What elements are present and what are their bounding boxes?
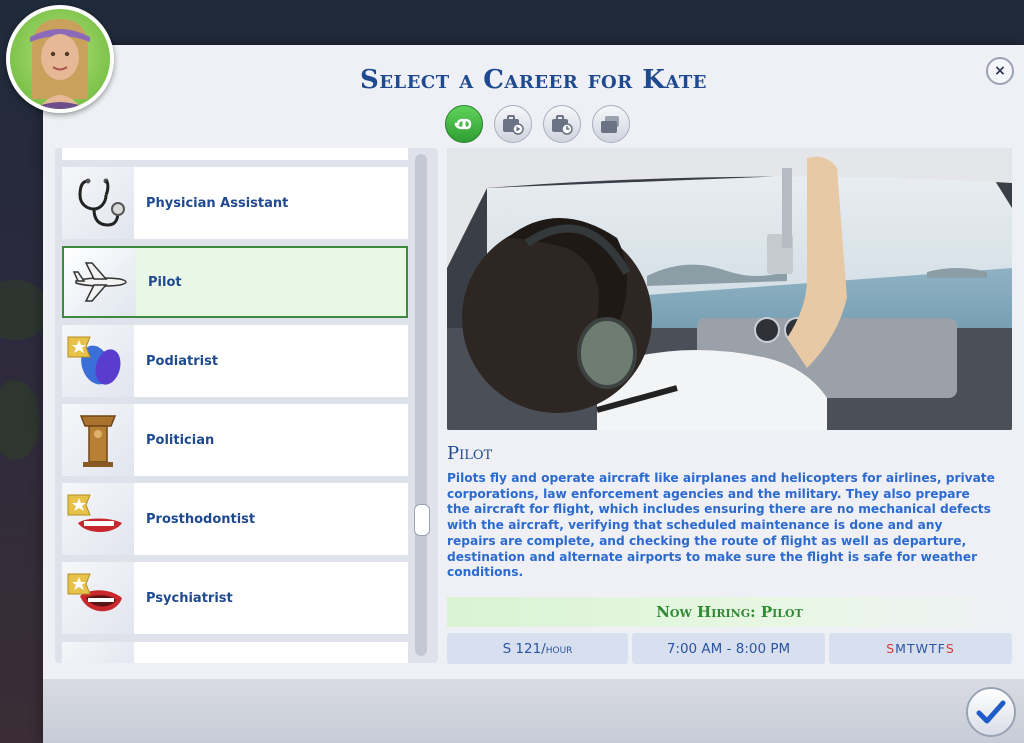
podium-icon (62, 404, 134, 476)
career-item-pilot[interactable]: Pilot (62, 246, 408, 318)
pay-rate: S 121/hour (447, 633, 628, 664)
career-list[interactable]: Physician Assistant Pilot Podiatrist Pol… (62, 148, 408, 663)
day-wednesday: W (915, 641, 929, 656)
career-info-row: S 121/hour 7:00 AM - 8:00 PM S M T W T F… (447, 633, 1012, 664)
checkmark-icon (976, 700, 1006, 724)
career-image (447, 148, 1012, 430)
briefcase-play-icon (503, 115, 524, 135)
flip-flops-icon (62, 325, 134, 397)
day-saturday: S (945, 641, 955, 656)
list-item-partial (62, 642, 408, 663)
sim-portrait-avatar[interactable] (6, 5, 114, 113)
day-sunday: S (886, 641, 896, 656)
day-thursday: T (928, 641, 938, 656)
career-item-podiatrist[interactable]: Podiatrist (62, 325, 408, 397)
career-item-psychiatrist[interactable]: Psychiatrist (62, 562, 408, 634)
day-monday: M (895, 641, 907, 656)
filter-odd-jobs-button[interactable] (592, 105, 630, 143)
career-title: Pilot (447, 443, 493, 464)
now-hiring-banner: Now Hiring: Pilot (447, 597, 1012, 627)
filter-all-button[interactable] (445, 105, 483, 143)
career-item-physician-assistant[interactable]: Physician Assistant (62, 167, 408, 239)
stethoscope-icon (62, 167, 134, 239)
career-description: Pilots fly and operate aircraft like air… (447, 471, 995, 580)
career-item-label: Prosthodontist (146, 511, 256, 527)
day-tuesday: T (906, 641, 916, 656)
teeth-icon (62, 483, 134, 555)
confirm-button[interactable] (966, 687, 1016, 737)
career-item-prosthodontist[interactable]: Prosthodontist (62, 483, 408, 555)
career-dialog: Select a Career for Kate × Physician Ass… (43, 45, 1024, 743)
briefcase-clock-icon (552, 115, 573, 135)
dialog-footer (43, 679, 1024, 743)
airplane-icon (64, 248, 136, 316)
career-list-scrollbar[interactable] (414, 154, 430, 656)
career-item-label: Psychiatrist (146, 590, 233, 606)
career-item-label: Physician Assistant (146, 195, 289, 211)
close-button[interactable]: × (986, 57, 1014, 85)
career-item-label: Pilot (148, 274, 182, 290)
career-item-label: Politician (146, 432, 215, 448)
work-hours: 7:00 AM - 8:00 PM (632, 633, 825, 664)
work-days: S M T W T F S (829, 633, 1012, 664)
mouth-icon (62, 562, 134, 634)
career-filter-bar (445, 105, 630, 143)
list-item-partial (62, 148, 408, 160)
day-friday: F (937, 641, 946, 656)
briefcase-stack-icon (601, 116, 619, 133)
career-item-label: Podiatrist (146, 353, 219, 369)
infinity-icon (454, 118, 472, 130)
background-foliage (0, 380, 40, 460)
filter-part-time-button[interactable] (543, 105, 581, 143)
dialog-title: Select a Career for Kate (360, 65, 707, 95)
scrollbar-thumb[interactable] (414, 504, 430, 536)
career-list-panel: Physician Assistant Pilot Podiatrist Pol… (55, 148, 438, 663)
filter-active-careers-button[interactable] (494, 105, 532, 143)
career-item-politician[interactable]: Politician (62, 404, 408, 476)
